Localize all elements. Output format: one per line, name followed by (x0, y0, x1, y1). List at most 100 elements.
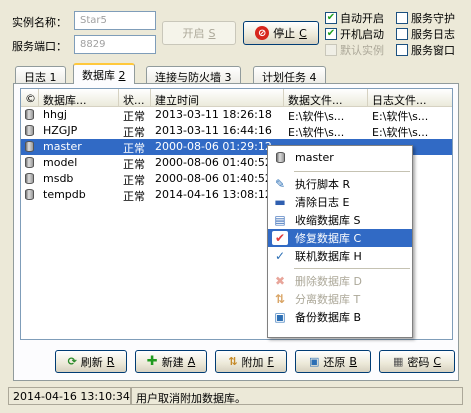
menu-item-shrink-database[interactable]: ▤ 收缩数据库 S (268, 211, 412, 229)
service-log-checkbox[interactable]: 服务日志 (396, 26, 455, 42)
menu-item-online-database[interactable]: ✓ 联机数据库 H (268, 247, 412, 265)
checkbox-box (396, 12, 408, 24)
cell-data-file: E:\软件\s... (288, 110, 345, 123)
column-header-created[interactable]: 建立时间 (151, 89, 284, 106)
attach-button-label: 附加 (241, 355, 264, 369)
refresh-button[interactable]: ⟳ 刷新 R (55, 350, 127, 373)
menu-item-label: 分离数据库 (295, 293, 350, 306)
menu-header-label: master (295, 150, 334, 164)
script-icon: ✎ (274, 177, 286, 191)
checkbox-box (325, 44, 337, 56)
instance-name-field[interactable]: Star5 (74, 11, 156, 30)
column-header-name[interactable]: 数据库... (39, 89, 119, 106)
menu-item-label: 执行脚本 (295, 178, 339, 191)
backup-icon: ▣ (274, 310, 286, 324)
detach-icon: ⇅ (274, 292, 286, 306)
menu-item-key: S (353, 213, 361, 227)
checkbox-label: 自动开启 (340, 12, 384, 25)
tab-connections-firewall[interactable]: 连接与防火墙 3 (146, 66, 241, 84)
new-button-key: A (187, 355, 196, 368)
checkbox-label: 服务窗口 (411, 44, 455, 57)
checkbox-label: 服务守护 (411, 12, 455, 25)
password-button[interactable]: ▦ 密码 C (379, 350, 455, 373)
restore-icon: ▣ (309, 355, 320, 368)
stop-icon: ⊘ (255, 26, 270, 40)
attach-button[interactable]: ⇅ 附加 F (215, 350, 287, 373)
stop-button[interactable]: ⊘ 停止 C (243, 21, 319, 45)
cell-name: model (43, 156, 78, 169)
table-row[interactable]: hhgj 正常 2013-03-11 18:26:18 E:\软件\s... E… (21, 107, 452, 123)
database-icon (25, 109, 34, 120)
start-button[interactable]: 开启 S (162, 21, 236, 45)
menu-item-key: R (342, 177, 351, 191)
menu-separator (294, 171, 410, 172)
database-icon (25, 141, 34, 152)
menu-item-label: 删除数据库 (295, 275, 350, 288)
context-menu: master ✎ 执行脚本 R ▬ 清除日志 E ▤ 收缩数据库 S ✔ 修复数… (267, 145, 413, 338)
menu-item-label: 收缩数据库 (295, 214, 350, 227)
database-icon (272, 150, 288, 164)
refresh-button-key: R (106, 355, 115, 368)
auto-start-checkbox[interactable]: ✔ 自动开启 (325, 10, 384, 26)
column-header-icon[interactable]: © (21, 89, 39, 106)
cell-created: 2013-03-11 18:26:18 (155, 108, 272, 121)
tab-database[interactable]: 数据库 2 (73, 63, 135, 84)
database-icon (25, 189, 34, 200)
menu-item-label: 备份数据库 (295, 311, 350, 324)
cell-name: HZGJP (43, 124, 78, 137)
checkbox-box (396, 28, 408, 40)
instance-name-label: 实例名称： (12, 16, 67, 29)
cell-status: 正常 (123, 190, 145, 203)
menu-item-label: 联机数据库 (295, 250, 350, 263)
menu-item-key: C (353, 231, 362, 245)
checkbox-label: 开机启动 (340, 28, 384, 41)
delete-icon: ✖ (274, 274, 286, 288)
menu-item-run-script[interactable]: ✎ 执行脚本 R (268, 175, 412, 193)
service-window-checkbox[interactable]: 服务窗口 (396, 42, 455, 58)
menu-item-clear-log[interactable]: ▬ 清除日志 E (268, 193, 412, 211)
column-header-status[interactable]: 状... (119, 89, 151, 106)
cell-created: 2000-08-06 01:40:52 (155, 172, 272, 185)
tab-log[interactable]: 日志 1 (15, 66, 66, 84)
refresh-icon: ⟳ (67, 355, 77, 368)
table-row[interactable]: HZGJP 正常 2013-03-11 16:44:16 E:\软件\s... … (21, 123, 452, 139)
start-button-label: 开启 (182, 27, 205, 40)
cell-created: 2000-08-06 01:29:12 (155, 140, 272, 153)
clear-log-icon: ▬ (274, 195, 286, 209)
list-header: © 数据库... 状... 建立时间 数据文件... 日志文件... (21, 89, 452, 107)
service-port-field[interactable]: 8829 (74, 35, 156, 54)
attach-button-key: F (267, 355, 274, 368)
menu-item-detach-database[interactable]: ⇅ 分离数据库 T (268, 290, 412, 308)
status-message: 用户取消附加数据库。 (131, 387, 463, 405)
default-instance-checkbox[interactable]: 默认实例 (325, 42, 384, 58)
new-button[interactable]: ✚ 新建 A (135, 350, 207, 373)
tab-key: 2 (118, 69, 126, 82)
plus-icon: ✚ (146, 354, 158, 369)
restore-button[interactable]: ▣ 还原 B (295, 350, 371, 373)
checkbox-box: ✔ (325, 12, 337, 24)
column-header-data-file[interactable]: 数据文件... (284, 89, 368, 106)
boot-start-checkbox[interactable]: ✔ 开机启动 (325, 26, 384, 42)
database-icon (25, 125, 34, 136)
checkbox-box: ✔ (325, 28, 337, 40)
cell-created: 2014-04-16 13:08:12 (155, 188, 272, 201)
cell-status: 正常 (123, 110, 145, 123)
start-button-key: S (208, 26, 216, 40)
column-header-log-file[interactable]: 日志文件... (368, 89, 452, 106)
tab-scheduled-tasks[interactable]: 计划任务 4 (253, 66, 326, 84)
menu-item-backup-database[interactable]: ▣ 备份数据库 B (268, 308, 412, 326)
stop-button-key: C (299, 26, 307, 40)
online-icon: ✓ (274, 249, 286, 263)
menu-item-label: 修复数据库 (295, 232, 350, 245)
database-icon (25, 173, 34, 184)
refresh-button-label: 刷新 (80, 355, 103, 369)
service-guard-checkbox[interactable]: 服务守护 (396, 10, 455, 26)
service-port-label: 服务端口： (12, 40, 67, 53)
stop-button-label: 停止 (273, 27, 296, 40)
menu-item-repair-database[interactable]: ✔ 修复数据库 C (268, 229, 412, 247)
menu-item-key: D (353, 274, 362, 288)
cell-data-file: E:\软件\s... (288, 126, 345, 139)
menu-item-delete-database[interactable]: ✖ 删除数据库 D (268, 272, 412, 290)
restore-button-key: B (349, 355, 357, 368)
cell-status: 正常 (123, 158, 145, 171)
